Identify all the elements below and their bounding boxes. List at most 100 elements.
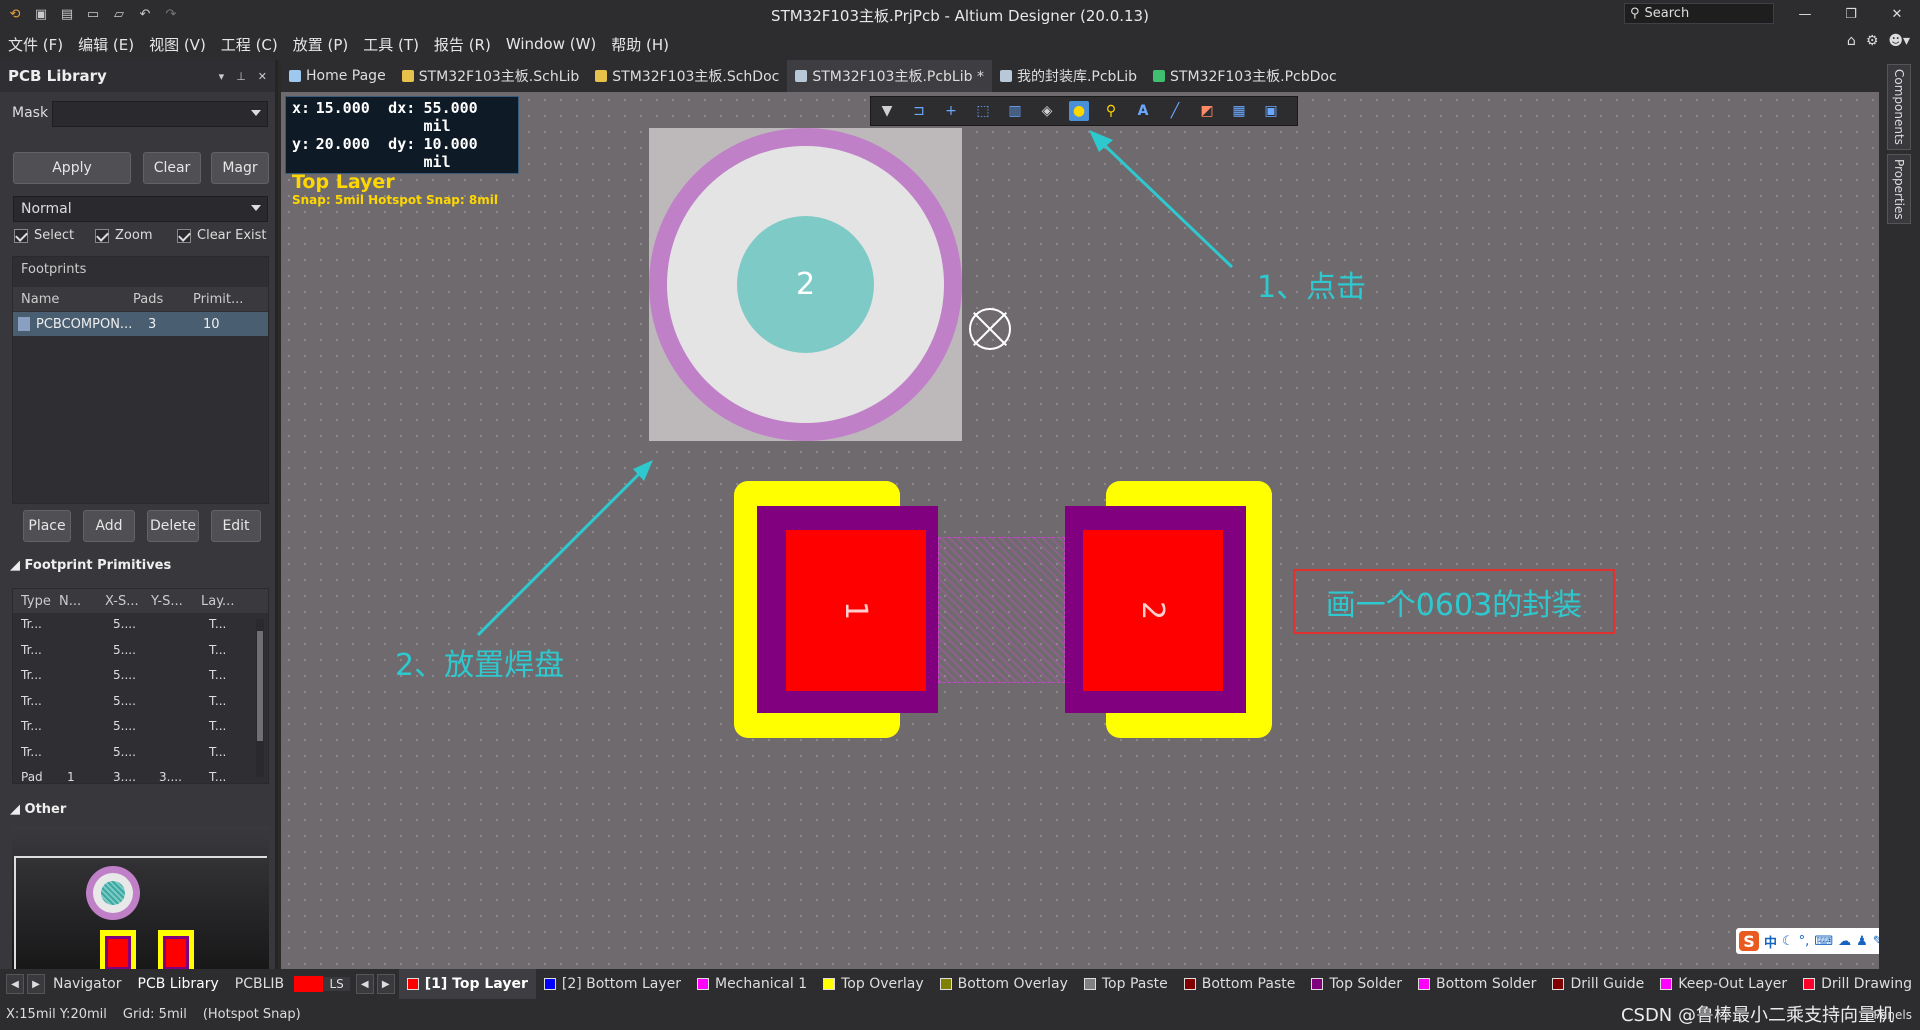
tab-components[interactable]: Components (1887, 64, 1911, 150)
primitive-row[interactable]: Pad 1 3.... 3.... T... (21, 770, 259, 783)
other-title: Other (24, 802, 67, 817)
place-button[interactable]: Place (23, 510, 71, 542)
tab-pcblib[interactable]: PCBLIB (227, 976, 292, 992)
clear-existing-checkbox[interactable]: Clear Exist (177, 228, 267, 243)
footprint-primitives-section[interactable]: ◢ Footprint Primitives (10, 558, 171, 573)
layer-tab[interactable]: Top Overlay (815, 969, 932, 999)
open-icon[interactable]: ▭ (84, 5, 102, 23)
footprint-row[interactable]: PCBCOMPON... 3 10 (13, 312, 268, 336)
menu-project[interactable]: 工程 (C) (221, 34, 278, 55)
col-ys[interactable]: Y-S... (151, 594, 201, 609)
layer-tab[interactable]: Keep-Out Layer (1652, 969, 1795, 999)
menu-file[interactable]: 文件 (F) (8, 34, 63, 55)
layer-tab[interactable]: Top Paste (1076, 969, 1176, 999)
panel-close-icon[interactable]: ✕ (258, 70, 267, 83)
doc-tab[interactable]: STM32F103主板.PcbDoc (1145, 60, 1345, 92)
magnify-button[interactable]: Magr (211, 152, 269, 184)
edit-button[interactable]: Edit (211, 510, 261, 542)
layer-tab[interactable]: Mechanical 1 (689, 969, 815, 999)
layer-tab[interactable]: [2] Bottom Layer (536, 969, 689, 999)
layer-tab[interactable]: Bottom Solder (1410, 969, 1544, 999)
zoom-label: Zoom (115, 228, 153, 243)
undo-icon[interactable]: ↶ (136, 5, 154, 23)
doc-tab[interactable]: Home Page (281, 60, 394, 92)
app-icon[interactable]: ⟲ (6, 5, 24, 23)
tab-navigator[interactable]: Navigator (45, 976, 130, 992)
moon-icon[interactable]: ☾ (1782, 934, 1794, 949)
col-name[interactable]: Name (13, 292, 133, 307)
shirt-icon[interactable]: ♟ (1856, 934, 1868, 949)
menu-tools[interactable]: 工具 (T) (363, 34, 419, 55)
primitive-row[interactable]: Tr... 5.... T... (21, 643, 259, 657)
scroll-right-icon[interactable]: ▶ (27, 974, 45, 994)
primitive-row[interactable]: Tr... 5.... T... (21, 617, 259, 631)
primitive-row[interactable]: Tr... 5.... T... (21, 719, 259, 733)
primitive-row[interactable]: Tr... 5.... T... (21, 668, 259, 682)
keyboard-icon[interactable]: ⌨ (1814, 934, 1833, 949)
doc-tab[interactable]: STM32F103主板.PcbLib * (787, 60, 992, 92)
menu-place[interactable]: 放置 (P) (293, 34, 349, 55)
gear-icon[interactable]: ⚙ (1866, 33, 1879, 49)
redo-icon[interactable]: ↷ (162, 5, 180, 23)
layer-prev-icon[interactable]: ◀ (355, 974, 374, 994)
layer-tab[interactable]: Bottom Paste (1176, 969, 1304, 999)
layer-tab[interactable]: Top Solder (1303, 969, 1410, 999)
doc-tab[interactable]: STM32F103主板.SchDoc (587, 60, 787, 92)
tab-pcb-library[interactable]: PCB Library (130, 976, 227, 992)
doc-tab[interactable]: STM32F103主板.SchLib (394, 60, 588, 92)
menu-edit[interactable]: 编辑 (E) (78, 34, 134, 55)
skin-icon[interactable]: ☁ (1838, 934, 1851, 949)
layer-tab[interactable]: Drill Guide (1544, 969, 1652, 999)
save-icon[interactable]: ▣ (32, 5, 50, 23)
ime-toolbar[interactable]: S 中 ☾ °, ⌨ ☁ ♟ ✎ (1736, 928, 1884, 954)
menu-view[interactable]: 视图 (V) (149, 34, 206, 55)
col-primitives[interactable]: Primit... (193, 292, 263, 307)
delete-button[interactable]: Delete (147, 510, 199, 542)
col-pads[interactable]: Pads (133, 292, 193, 307)
search-input[interactable]: ⚲ Search (1624, 3, 1774, 24)
current-layer-swatch[interactable] (294, 976, 324, 992)
primitive-row[interactable]: Tr... 5.... T... (21, 694, 259, 708)
open-folder-icon[interactable]: ▱ (110, 5, 128, 23)
scroll-left-icon[interactable]: ◀ (6, 974, 24, 994)
primitive-row[interactable]: Tr... 5.... T... (21, 745, 259, 759)
layer-tab[interactable]: [1] Top Layer (398, 969, 536, 999)
clear-button[interactable]: Clear (143, 152, 201, 184)
pcb-canvas[interactable]: x: 15.000 dx: 55.000 mil y: 20.000 dy: 1… (281, 92, 1879, 969)
tab-properties[interactable]: Properties (1887, 154, 1911, 224)
scrollbar-thumb[interactable] (257, 631, 263, 741)
mode-dropdown[interactable]: Normal (13, 196, 268, 222)
col-n[interactable]: N... (59, 594, 105, 609)
panels-button[interactable]: Panels (1873, 1008, 1912, 1022)
col-layer[interactable]: Lay... (201, 594, 251, 609)
doc-tab[interactable]: 我的封装库.PcbLib (992, 60, 1145, 92)
pin-icon[interactable]: ⊥ (236, 70, 246, 83)
footprints-title: Footprints (21, 262, 87, 277)
layer-next-icon[interactable]: ▶ (376, 974, 395, 994)
maximize-button[interactable]: ❐ (1828, 0, 1874, 28)
col-xs[interactable]: X-S... (105, 594, 151, 609)
other-section[interactable]: ◢ Other (10, 802, 66, 817)
col-type[interactable]: Type (13, 594, 59, 609)
menu-window[interactable]: Window (W) (506, 35, 596, 53)
layer-tab[interactable]: Drill Drawing (1795, 969, 1920, 999)
mask-dropdown[interactable] (52, 101, 268, 127)
select-checkbox[interactable]: Select (14, 228, 74, 243)
add-button[interactable]: Add (83, 510, 135, 542)
minimize-button[interactable]: — (1782, 0, 1828, 28)
home-icon[interactable]: ⌂ (1847, 33, 1856, 49)
doc-tab-label: STM32F103主板.SchLib (418, 69, 580, 85)
user-icon[interactable]: ☻▾ (1888, 33, 1910, 49)
menu-help[interactable]: 帮助 (H) (611, 34, 669, 55)
layer-set-button[interactable]: LS (323, 977, 350, 991)
scrollbar[interactable] (256, 619, 264, 777)
layer-tab[interactable]: Bottom Overlay (932, 969, 1076, 999)
punct-icon[interactable]: °, (1799, 934, 1810, 949)
panel-menu-icon[interactable]: ▾ (219, 70, 225, 83)
save-all-icon[interactable]: ▤ (58, 5, 76, 23)
apply-button[interactable]: Apply (13, 152, 131, 184)
ime-mode[interactable]: 中 (1764, 932, 1777, 951)
menu-reports[interactable]: 报告 (R) (434, 34, 491, 55)
zoom-checkbox[interactable]: Zoom (95, 228, 152, 243)
close-button[interactable]: ✕ (1874, 0, 1920, 28)
